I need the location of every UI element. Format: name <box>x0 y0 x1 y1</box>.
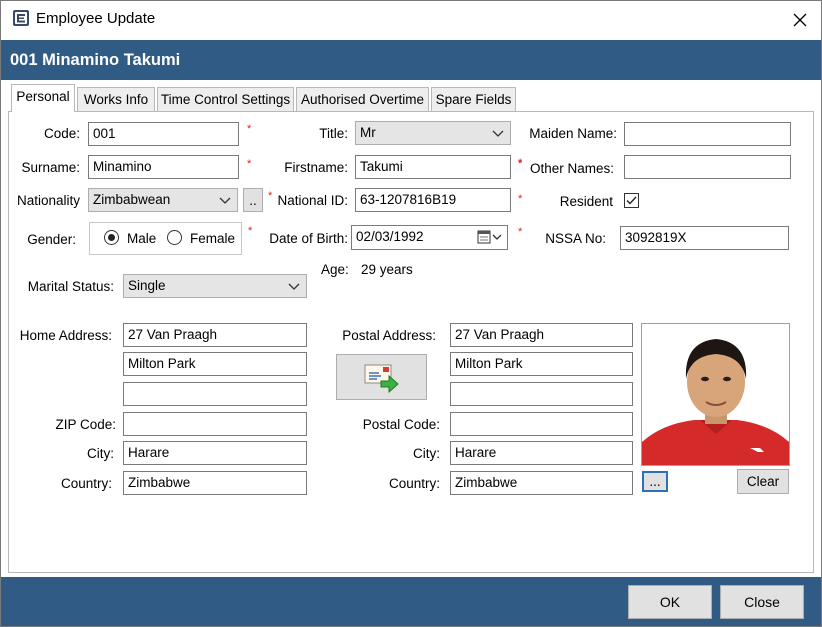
employee-portrait-image <box>642 324 789 465</box>
close-window-button[interactable] <box>784 6 816 34</box>
code-input[interactable]: 001 <box>88 122 239 146</box>
date-of-birth-value: 02/03/1992 <box>356 229 424 244</box>
zip-code-input[interactable] <box>123 412 307 436</box>
gender-female-label[interactable]: Female <box>190 231 235 246</box>
marital-status-value: Single <box>128 278 166 293</box>
postal-address-line2-input[interactable]: Milton Park <box>450 352 633 376</box>
postal-code-label: Postal Code: <box>362 417 440 432</box>
close-button[interactable]: Close <box>720 585 804 619</box>
firstname-label: Firstname: <box>284 160 348 175</box>
envelope-arrow-icon <box>364 364 399 393</box>
nationality-label: Nationality <box>16 193 80 208</box>
other-names-required-mark: * <box>518 157 523 169</box>
nssa-no-label: NSSA No: <box>545 231 606 246</box>
home-country-input[interactable]: Zimbabwe <box>123 471 307 495</box>
age-value: 29 years <box>361 262 413 277</box>
resident-checkbox[interactable] <box>624 193 639 208</box>
other-names-input[interactable] <box>624 155 791 179</box>
photo-browse-button[interactable]: ... <box>642 471 668 492</box>
date-of-birth-label: Date of Birth: <box>269 231 348 246</box>
postal-city-label: City: <box>413 446 440 461</box>
age-label: Age: <box>321 262 349 277</box>
national-id-label: National ID: <box>277 193 348 208</box>
postal-code-input[interactable] <box>450 412 633 436</box>
calendar-dropdown-icon <box>477 230 502 244</box>
tab-personal[interactable]: Personal <box>11 84 75 112</box>
title-select[interactable]: Mr <box>355 121 511 145</box>
home-address-line3-input[interactable] <box>123 382 307 406</box>
nationality-browse-button[interactable]: .. <box>243 188 263 212</box>
gender-male-radio[interactable] <box>104 230 119 245</box>
title-value: Mr <box>360 125 376 140</box>
firstname-input[interactable]: Takumi <box>355 155 511 179</box>
gender-label: Gender: <box>27 232 76 247</box>
postal-country-label: Country: <box>388 476 440 491</box>
resident-required-mark: * <box>518 193 523 205</box>
title-label: Title: <box>319 126 348 141</box>
nationality-value: Zimbabwean <box>93 192 171 207</box>
national-id-required-mark: * <box>268 190 273 202</box>
tab-spare-fields[interactable]: Spare Fields <box>431 87 516 111</box>
surname-label: Surname: <box>21 160 80 175</box>
marital-status-label: Marital Status: <box>27 279 114 294</box>
maiden-name-input[interactable] <box>624 122 791 146</box>
home-country-label: Country: <box>60 476 112 491</box>
code-required-mark: * <box>247 123 252 135</box>
checkmark-icon <box>626 196 637 205</box>
gender-male-label[interactable]: Male <box>127 231 156 246</box>
postal-address-line3-input[interactable] <box>450 382 633 406</box>
nationality-select[interactable]: Zimbabwean <box>88 188 238 212</box>
postal-country-input[interactable]: Zimbabwe <box>450 471 633 495</box>
date-of-birth-picker[interactable]: 02/03/1992 <box>351 225 508 250</box>
app-icon <box>12 9 30 27</box>
chevron-down-icon <box>288 283 300 290</box>
maiden-name-label: Maiden Name: <box>529 126 617 141</box>
employee-title: 001 Minamino Takumi <box>10 51 181 69</box>
postal-address-line1-input[interactable]: 27 Van Praagh <box>450 323 633 347</box>
tab-works-info[interactable]: Works Info <box>77 87 155 111</box>
code-label: Code: <box>43 126 80 141</box>
chevron-down-icon <box>219 197 231 204</box>
surname-required-mark: * <box>247 158 252 170</box>
postal-city-input[interactable]: Harare <box>450 441 633 465</box>
date-of-birth-required-mark: * <box>518 226 523 238</box>
tab-authorised-overtime[interactable]: Authorised Overtime <box>296 87 429 111</box>
national-id-input[interactable]: 63-1207816B19 <box>355 188 511 212</box>
home-address-line1-input[interactable]: 27 Van Praagh <box>123 323 307 347</box>
zip-code-label: ZIP Code: <box>55 417 116 432</box>
resident-label: Resident <box>559 194 613 209</box>
chevron-down-icon <box>492 130 504 137</box>
home-city-input[interactable]: Harare <box>123 441 307 465</box>
postal-address-label: Postal Address: <box>342 328 436 343</box>
gender-required-mark: * <box>248 225 253 237</box>
other-names-label: Other Names: <box>529 161 614 176</box>
ok-button[interactable]: OK <box>628 585 712 619</box>
surname-input[interactable]: Minamino <box>88 155 239 179</box>
photo-clear-button[interactable]: Clear <box>737 469 789 494</box>
home-city-label: City: <box>87 446 114 461</box>
close-icon <box>793 13 807 27</box>
home-address-label: Home Address: <box>19 328 112 343</box>
gender-female-radio[interactable] <box>167 230 182 245</box>
nssa-no-input[interactable]: 3092819X <box>620 226 789 250</box>
tab-time-control-settings[interactable]: Time Control Settings <box>157 87 294 111</box>
employee-photo <box>641 323 790 466</box>
copy-address-button[interactable] <box>336 354 427 400</box>
marital-status-select[interactable]: Single <box>123 274 307 298</box>
home-address-line2-input[interactable]: Milton Park <box>123 352 307 376</box>
window-title: Employee Update <box>36 10 156 27</box>
